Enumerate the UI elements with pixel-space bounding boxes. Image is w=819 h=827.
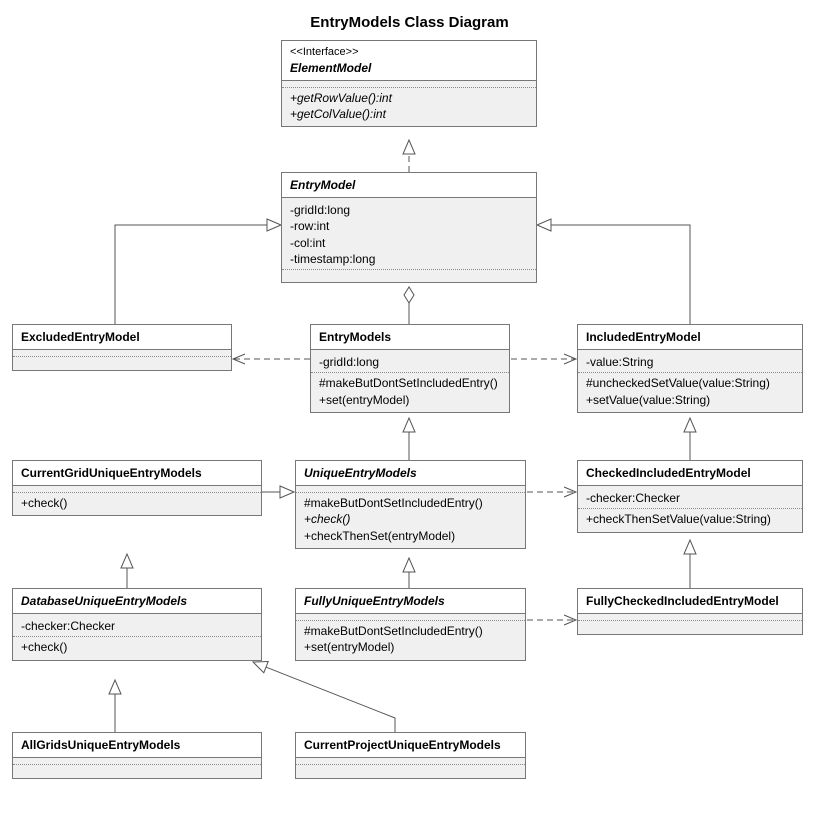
class-name: CurrentProjectUniqueEntryModels (304, 737, 517, 753)
operation: #makeButDontSetIncludedEntry() (304, 495, 517, 511)
operation: +getColValue():int (290, 106, 528, 122)
operation: #makeButDontSetIncludedEntry() (319, 375, 501, 391)
attribute: -row:int (290, 218, 528, 234)
operation: +set(entryModel) (304, 639, 517, 655)
attribute: -checker:Checker (21, 618, 253, 634)
operation: #makeButDontSetIncludedEntry() (304, 623, 517, 639)
class-current-grid-unique-entry-models: CurrentGridUniqueEntryModels +check() (12, 460, 262, 516)
class-name: EntryModels (319, 329, 501, 345)
class-included-entry-model: IncludedEntryModel -value:String #unchec… (577, 324, 803, 413)
class-database-unique-entry-models: DatabaseUniqueEntryModels -checker:Check… (12, 588, 262, 661)
operation: +check() (21, 495, 253, 511)
class-unique-entry-models: UniqueEntryModels #makeButDontSetInclude… (295, 460, 526, 549)
class-fully-unique-entry-models: FullyUniqueEntryModels #makeButDontSetIn… (295, 588, 526, 661)
attribute: -value:String (586, 354, 794, 370)
diagram-canvas: EntryModels Class Diagram (0, 0, 819, 827)
class-name: DatabaseUniqueEntryModels (21, 593, 253, 609)
class-entry-models: EntryModels -gridId:long #makeButDontSet… (310, 324, 510, 413)
class-checked-included-entry-model: CheckedIncludedEntryModel -checker:Check… (577, 460, 803, 533)
operation: +checkThenSetValue(value:String) (586, 511, 794, 527)
stereotype: <<Interface>> (290, 45, 528, 60)
operation: #uncheckedSetValue(value:String) (586, 375, 794, 391)
class-name: EntryModel (290, 177, 528, 193)
class-name: IncludedEntryModel (586, 329, 794, 345)
class-name: FullyCheckedIncludedEntryModel (586, 593, 794, 609)
class-name: CurrentGridUniqueEntryModels (21, 465, 253, 481)
attribute: -gridId:long (290, 202, 528, 218)
class-name: CheckedIncludedEntryModel (586, 465, 794, 481)
operation: +getRowValue():int (290, 90, 528, 106)
attribute: -col:int (290, 235, 528, 251)
class-excluded-entry-model: ExcludedEntryModel (12, 324, 232, 371)
operation: +set(entryModel) (319, 392, 501, 408)
operation: +check() (304, 511, 517, 527)
attribute: -timestamp:long (290, 251, 528, 267)
class-element-model: <<Interface>> ElementModel +getRowValue(… (281, 40, 537, 127)
class-current-project-unique-entry-models: CurrentProjectUniqueEntryModels (295, 732, 526, 779)
operation: +check() (21, 639, 253, 655)
class-name: AllGridsUniqueEntryModels (21, 737, 253, 753)
attribute: -gridId:long (319, 354, 501, 370)
class-name: UniqueEntryModels (304, 465, 517, 481)
diagram-title: EntryModels Class Diagram (0, 14, 819, 31)
class-name: FullyUniqueEntryModels (304, 593, 517, 609)
operation: +checkThenSet(entryModel) (304, 528, 517, 544)
attribute: -checker:Checker (586, 490, 794, 506)
class-entry-model: EntryModel -gridId:long -row:int -col:in… (281, 172, 537, 283)
class-name: ExcludedEntryModel (21, 329, 223, 345)
class-all-grids-unique-entry-models: AllGridsUniqueEntryModels (12, 732, 262, 779)
operation: +setValue(value:String) (586, 392, 794, 408)
class-name: ElementModel (290, 60, 528, 76)
class-fully-checked-included-entry-model: FullyCheckedIncludedEntryModel (577, 588, 803, 635)
